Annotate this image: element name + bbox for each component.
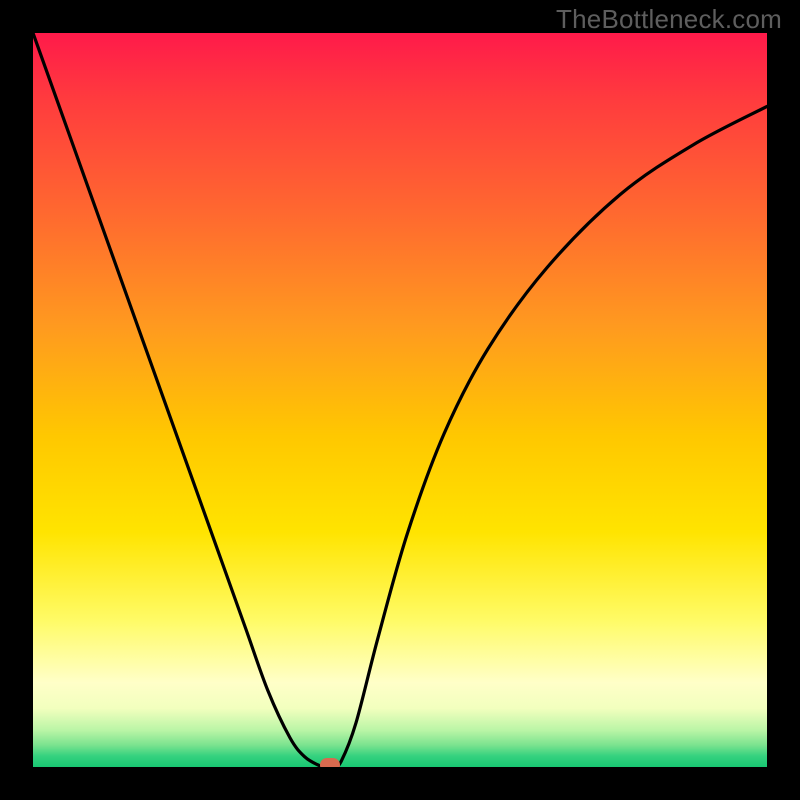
chart-frame: TheBottleneck.com xyxy=(0,0,800,800)
minimum-marker xyxy=(320,758,340,767)
curve-svg xyxy=(33,33,767,767)
bottleneck-curve-path xyxy=(33,33,767,767)
plot-area xyxy=(33,33,767,767)
watermark-text: TheBottleneck.com xyxy=(556,4,782,35)
